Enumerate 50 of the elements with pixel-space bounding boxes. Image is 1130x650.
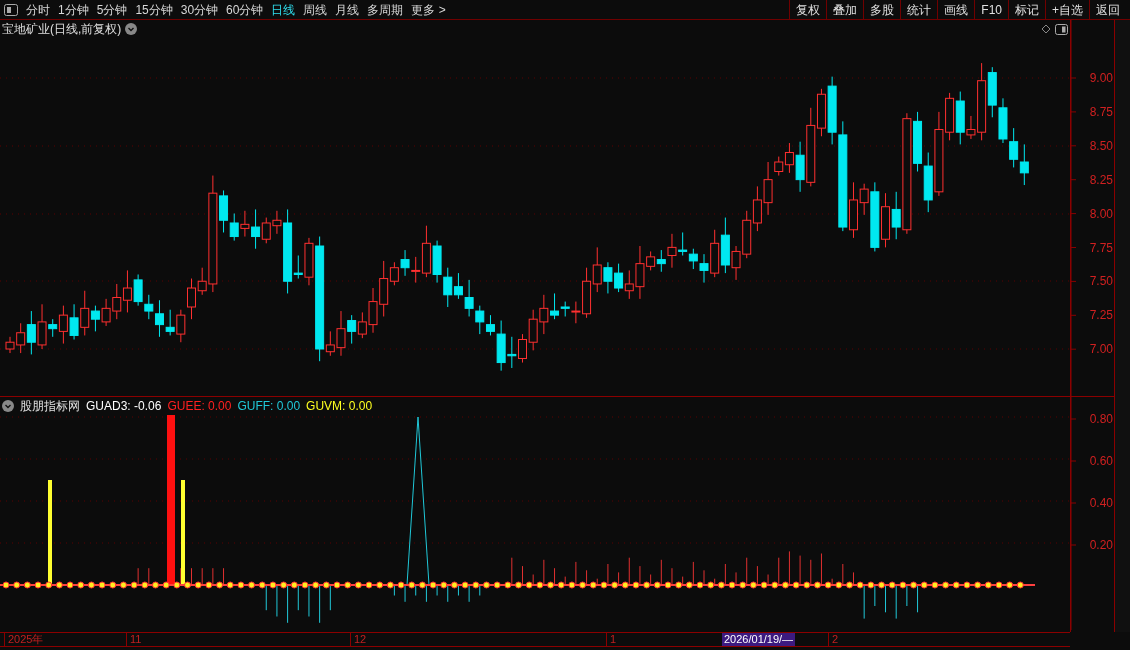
legend-value: GUEE: 0.00: [167, 398, 232, 415]
period-tab[interactable]: 分时: [26, 0, 50, 19]
period-tab[interactable]: 月线: [335, 0, 360, 19]
diamond-icon[interactable]: [1041, 24, 1051, 34]
axis-label: 7.00: [1089, 342, 1113, 357]
stock-title: 宝地矿业(日线,前复权): [2, 21, 122, 38]
toolbar-button[interactable]: 统计: [900, 0, 938, 19]
date-label: 2: [828, 633, 839, 646]
period-tab[interactable]: 日线: [271, 0, 296, 19]
period-tab[interactable]: 60分钟: [226, 0, 264, 19]
toolbar-button[interactable]: 复权: [789, 0, 827, 19]
period-tab[interactable]: 周线: [303, 0, 328, 19]
indicator-name: 股朋指标网: [20, 398, 80, 415]
date-label: 1: [606, 633, 617, 646]
toolbar-button[interactable]: +自选: [1045, 0, 1089, 19]
axis-label: 0.80: [1089, 412, 1113, 426]
period-tab[interactable]: 1分钟: [58, 0, 89, 19]
chevron-icon[interactable]: [2, 400, 14, 412]
axis-label: 7.50: [1089, 274, 1113, 289]
toolbar-button[interactable]: F10: [974, 0, 1008, 19]
toolbar-button[interactable]: 标记: [1008, 0, 1045, 19]
axis-label: 7.25: [1089, 308, 1113, 323]
axis-label: 7.75: [1089, 240, 1113, 255]
axis-label: 0.40: [1089, 496, 1113, 510]
panel-toggle-icon[interactable]: [1055, 23, 1068, 35]
axis-label: 0.20: [1089, 538, 1113, 552]
period-tab[interactable]: 更多 >: [411, 0, 446, 19]
period-tab[interactable]: 5分钟: [96, 0, 128, 19]
legend-value: GUFF: 0.00: [237, 398, 301, 415]
toolbar-button[interactable]: 多股: [863, 0, 901, 19]
toolbar-button[interactable]: 叠加: [826, 0, 864, 19]
axis-label: 9.00: [1089, 71, 1113, 85]
axis-label: 8.50: [1089, 138, 1113, 153]
period-tab[interactable]: 30分钟: [180, 0, 219, 19]
axis-label: 8.00: [1089, 206, 1113, 221]
panel-toggle-icon[interactable]: [4, 3, 18, 16]
toolbar-button[interactable]: 返回: [1089, 0, 1126, 19]
date-label: 12: [350, 633, 367, 646]
date-label: 2025年: [4, 633, 44, 646]
legend-value: GUVM: 0.00: [306, 398, 373, 415]
date-cursor-label: 2026/01/19/—: [722, 633, 796, 646]
date-label: 11: [126, 633, 142, 646]
axis-label: 8.25: [1089, 172, 1113, 187]
legend-value: GUAD3: -0.06: [86, 398, 162, 415]
period-tab[interactable]: 多周期: [367, 0, 404, 19]
axis-label: 8.75: [1089, 104, 1113, 119]
period-tab[interactable]: 15分钟: [135, 0, 173, 19]
axis-label: 0.60: [1089, 454, 1113, 468]
toolbar-button[interactable]: 画线: [937, 0, 975, 19]
chevron-icon[interactable]: [125, 23, 138, 35]
